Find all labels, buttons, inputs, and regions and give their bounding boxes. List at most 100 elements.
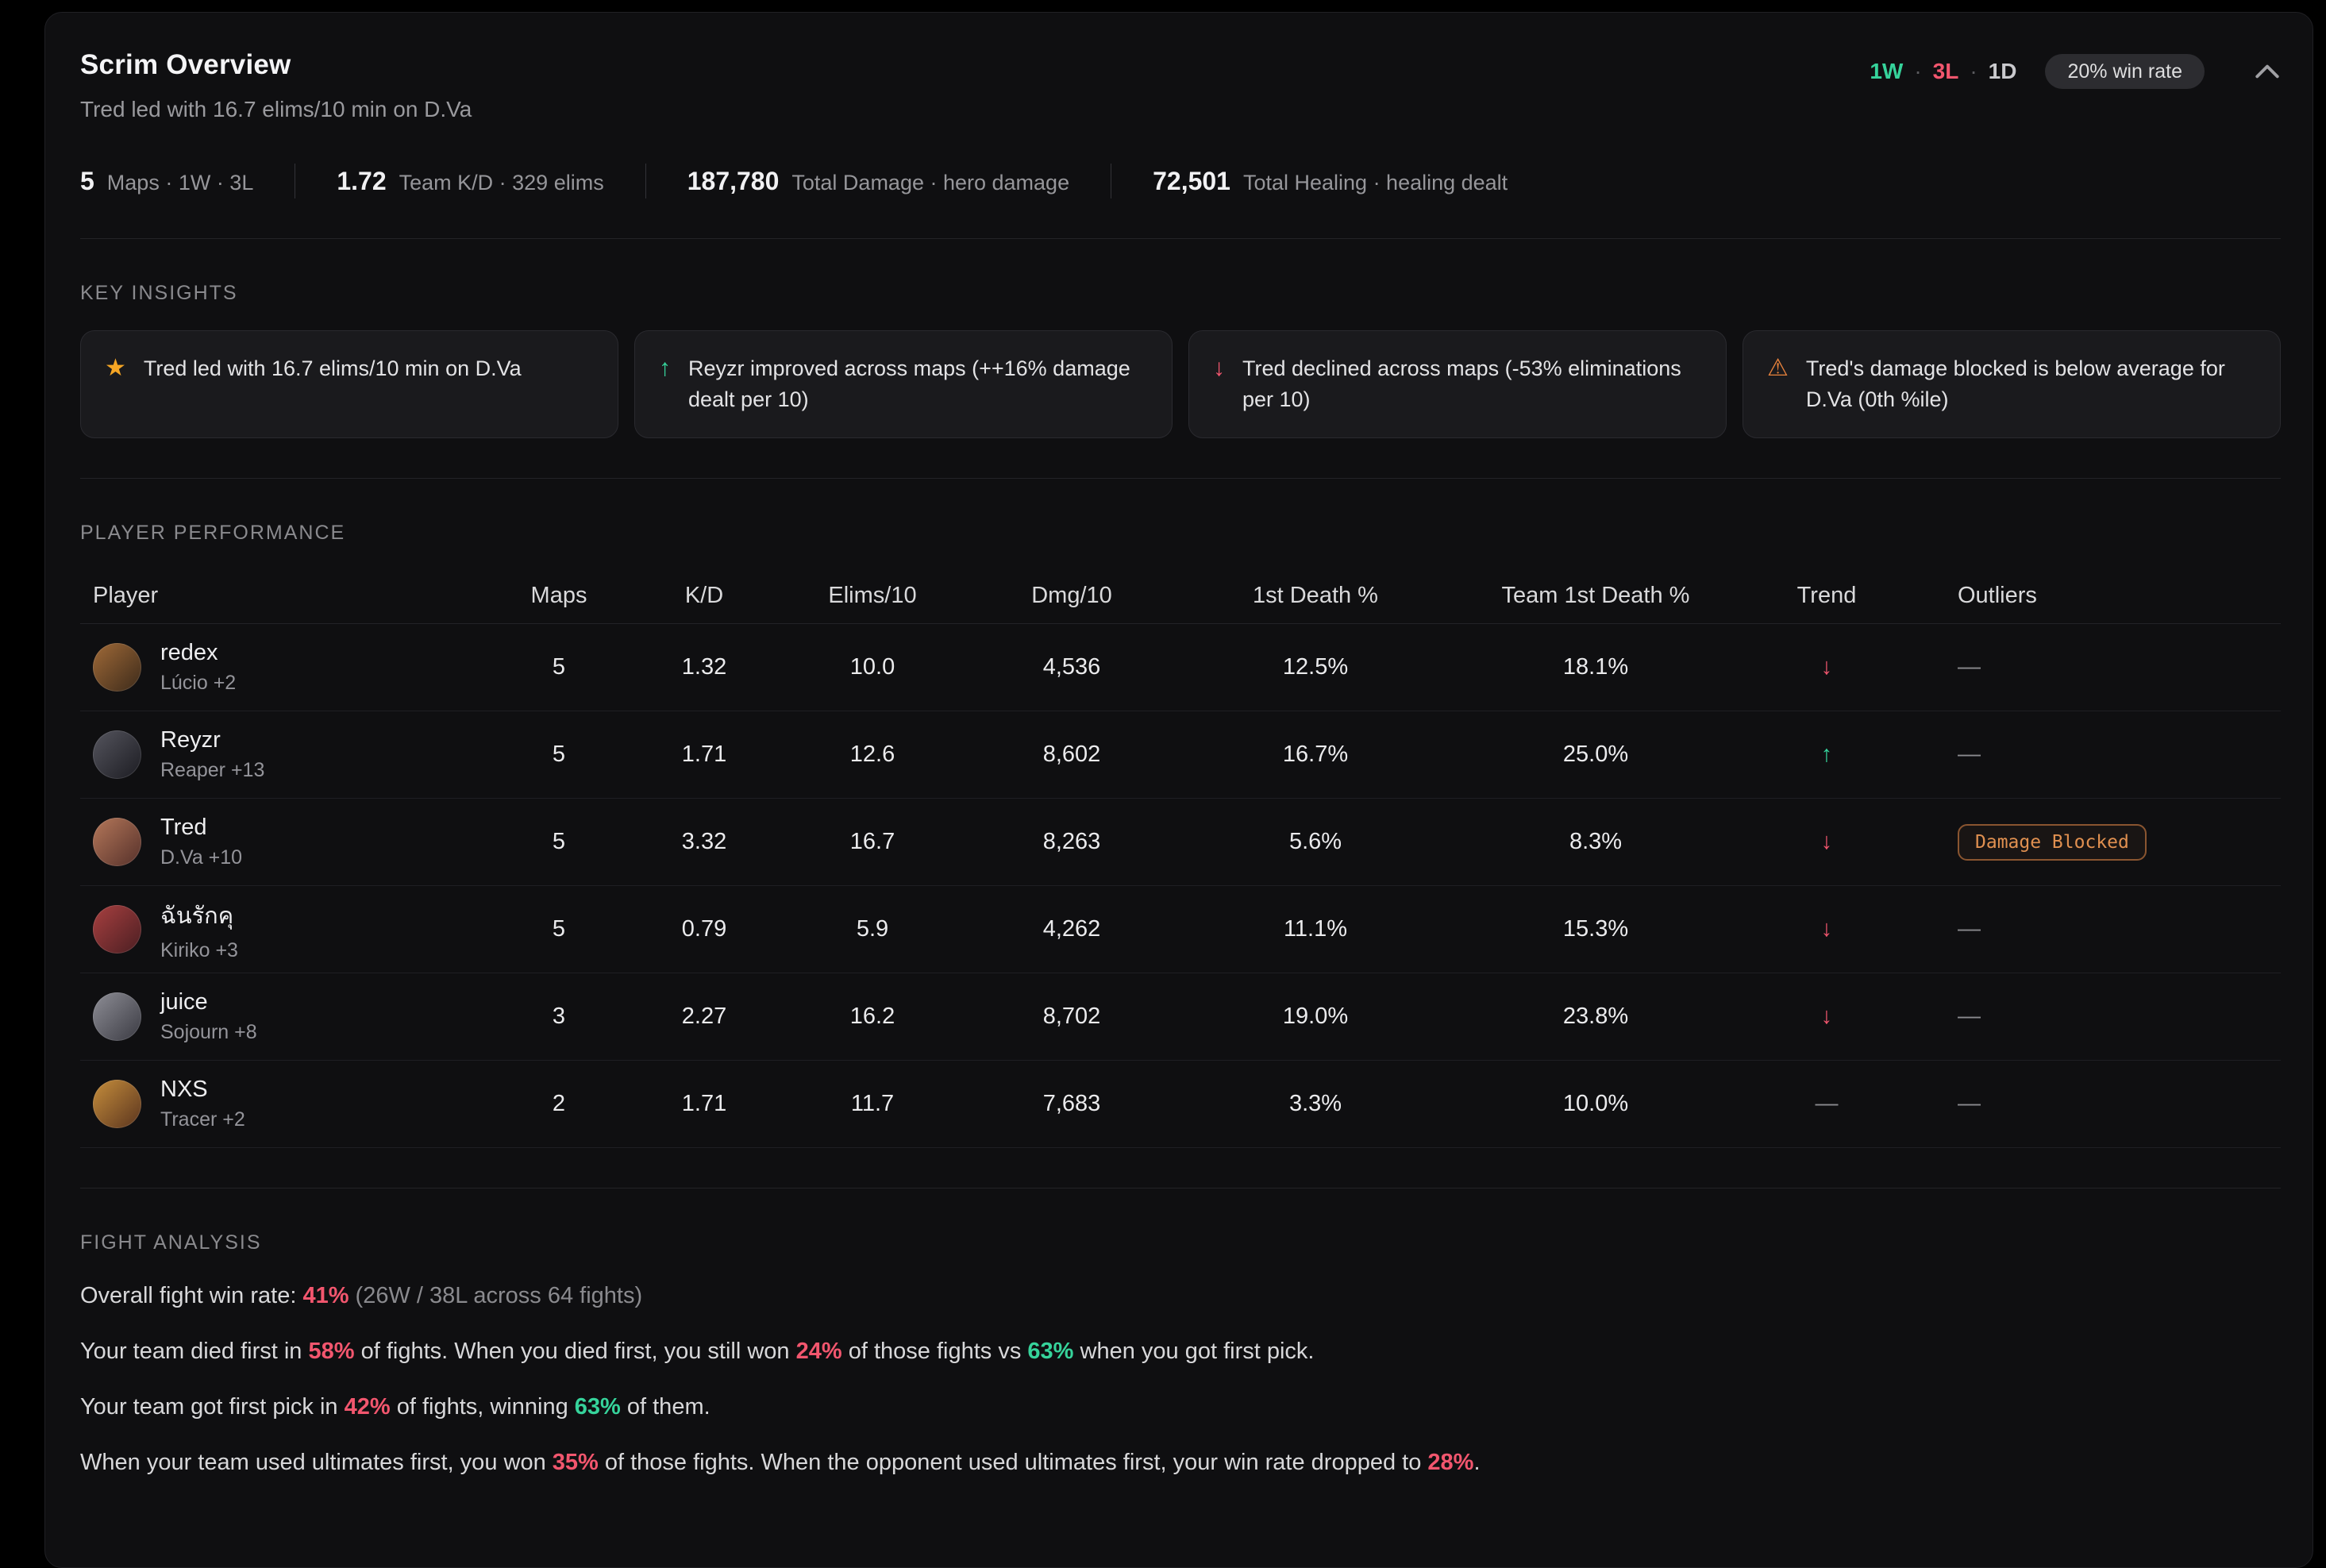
- first-death-pct-cell: 11.1%: [1179, 916, 1452, 942]
- insight-cards: ★ Tred led with 16.7 elims/10 min on D.Va…: [80, 330, 2281, 438]
- player-name-stack: ฉันรักคุ Kiriko +3: [160, 897, 238, 962]
- maps-cell: 5: [490, 829, 628, 855]
- summary-stat: 187,780Total Damage · hero damage: [687, 167, 1069, 196]
- player-name: ฉันรักคุ: [160, 897, 238, 934]
- player-avatar: [93, 905, 141, 954]
- column-header: Dmg/10: [965, 583, 1179, 609]
- fight-analysis-line: Your team died first in 58% of fights. W…: [80, 1337, 2281, 1366]
- divider: [80, 478, 2281, 479]
- scrim-overview-panel: Scrim Overview Tred led with 16.7 elims/…: [44, 12, 2313, 1568]
- column-header: K/D: [628, 583, 780, 609]
- collapse-button[interactable]: [2254, 63, 2281, 80]
- insight-text: Tred's damage blocked is below average f…: [1806, 353, 2256, 415]
- fight-analysis-label: FIGHT ANALYSIS: [80, 1231, 2281, 1254]
- player-cell: TredD.Va +10: [80, 815, 490, 869]
- divider: [80, 238, 2281, 239]
- first-death-pct-cell: 3.3%: [1179, 1091, 1452, 1117]
- player-name-stack: ReyzrReaper +13: [160, 727, 264, 782]
- maps-cell: 5: [490, 916, 628, 942]
- team-first-death-pct-cell: 8.3%: [1452, 829, 1739, 855]
- page-title: Scrim Overview: [80, 49, 472, 81]
- player-performance-table: PlayerMapsK/DElims/10Dmg/101st Death %Te…: [80, 568, 2281, 1148]
- star-icon: ★: [105, 353, 126, 383]
- text-segment: of those fights. When the opponent used …: [599, 1450, 1428, 1475]
- dmg-per-10-cell: 8,602: [965, 742, 1179, 768]
- team-first-death-pct-cell: 25.0%: [1452, 742, 1739, 768]
- player-cell: ReyzrReaper +13: [80, 727, 490, 782]
- player-heroes: Reaper +13: [160, 759, 264, 782]
- player-name-stack: juiceSojourn +8: [160, 989, 257, 1044]
- kd-cell: 1.71: [628, 742, 780, 768]
- player-heroes: Sojourn +8: [160, 1021, 257, 1044]
- header: Scrim Overview Tred led with 16.7 elims/…: [80, 49, 2281, 122]
- record-draws: 1D: [1989, 59, 2017, 84]
- player-heroes: D.Va +10: [160, 846, 242, 869]
- trend-down-icon: ↓: [1213, 353, 1225, 383]
- trend-up-icon: ↑: [659, 353, 671, 383]
- player-avatar: [93, 992, 141, 1041]
- player-avatar: [93, 818, 141, 866]
- fight-analysis-line: Overall fight win rate: 41% (26W / 38L a…: [80, 1281, 2281, 1310]
- text-segment: Overall fight win rate:: [80, 1283, 302, 1308]
- elims-per-10-cell: 11.7: [780, 1091, 965, 1117]
- win-rate-badge: 20% win rate: [2045, 54, 2205, 89]
- player-heroes: Lúcio +2: [160, 672, 236, 695]
- empty-outlier-dash: —: [1958, 654, 1981, 680]
- column-header: Trend: [1739, 583, 1914, 609]
- key-insights-label: KEY INSIGHTS: [80, 282, 2281, 305]
- kd-cell: 1.71: [628, 1091, 780, 1117]
- maps-cell: 2: [490, 1091, 628, 1117]
- stat-percentage: 24%: [796, 1339, 842, 1364]
- insight-card: ↓Tred declined across maps (-53% elimina…: [1188, 330, 1727, 438]
- player-heroes: Kiriko +3: [160, 939, 238, 962]
- stat-value: 72,501: [1153, 167, 1230, 196]
- insight-text: Tred led with 16.7 elims/10 min on D.Va: [144, 353, 522, 384]
- stat-percentage: 28%: [1427, 1450, 1473, 1475]
- text-segment: .: [1473, 1450, 1480, 1475]
- player-name-stack: NXSTracer +2: [160, 1077, 245, 1131]
- column-header: Elims/10: [780, 583, 965, 609]
- trend-down-icon: ↓: [1739, 829, 1914, 855]
- player-cell: ฉันรักคุ Kiriko +3: [80, 897, 490, 962]
- text-segment: of fights. When you died first, you stil…: [355, 1339, 796, 1364]
- record-wins: 1W: [1870, 59, 1903, 84]
- dmg-per-10-cell: 8,263: [965, 829, 1179, 855]
- team-first-death-pct-cell: 15.3%: [1452, 916, 1739, 942]
- insight-card: ⚠Tred's damage blocked is below average …: [1743, 330, 2281, 438]
- table-row: juiceSojourn +832.2716.28,70219.0%23.8%↓…: [80, 973, 2281, 1061]
- table-row: redexLúcio +251.3210.04,53612.5%18.1%↓—: [80, 624, 2281, 711]
- kd-cell: 1.32: [628, 654, 780, 680]
- summary-stat: 72,501 Total Healing · healing dealt: [1153, 167, 1508, 196]
- elims-per-10-cell: 16.7: [780, 829, 965, 855]
- player-cell: NXSTracer +2: [80, 1077, 490, 1131]
- record-separator: ·: [1970, 59, 1977, 84]
- insight-text: Reyzr improved across maps (++16% damage…: [688, 353, 1148, 415]
- stat-label: Maps · 1W · 3L: [107, 171, 254, 195]
- maps-cell: 5: [490, 654, 628, 680]
- kd-cell: 0.79: [628, 916, 780, 942]
- player-name-stack: TredD.Va +10: [160, 815, 242, 869]
- header-right: 1W · 3L · 1D 20% win rate: [1870, 54, 2281, 89]
- fight-analysis-line: When your team used ultimates first, you…: [80, 1448, 2281, 1477]
- dmg-per-10-cell: 4,262: [965, 916, 1179, 942]
- outliers-cell: —: [1914, 742, 2281, 768]
- divider: [80, 1188, 2281, 1189]
- fight-analysis-lines: Overall fight win rate: 41% (26W / 38L a…: [80, 1281, 2281, 1477]
- team-first-death-pct-cell: 23.8%: [1452, 1004, 1739, 1030]
- stat-percentage: 35%: [553, 1450, 599, 1475]
- first-death-pct-cell: 12.5%: [1179, 654, 1452, 680]
- trend-up-icon: ↑: [1739, 742, 1914, 768]
- header-left: Scrim Overview Tred led with 16.7 elims/…: [80, 49, 472, 122]
- empty-outlier-dash: —: [1958, 742, 1981, 767]
- table-row: ฉันรักคุKiriko +350.795.94,26211.1%15.3%…: [80, 886, 2281, 973]
- dmg-per-10-cell: 4,536: [965, 654, 1179, 680]
- team-first-death-pct-cell: 10.0%: [1452, 1091, 1739, 1117]
- summary-stats: 5Maps · 1W · 3L1.72Team K/D · 329 elims1…: [80, 164, 2281, 198]
- player-name: redex: [160, 640, 236, 666]
- kd-cell: 2.27: [628, 1004, 780, 1030]
- record-separator: ·: [1914, 59, 1921, 84]
- outlier-badge: Damage Blocked: [1958, 824, 2147, 861]
- summary-stat: 1.72Team K/D · 329 elims: [337, 167, 603, 196]
- stat-label: Total Healing · healing dealt: [1243, 171, 1508, 195]
- stat-label: Total Damage · hero damage: [791, 171, 1069, 195]
